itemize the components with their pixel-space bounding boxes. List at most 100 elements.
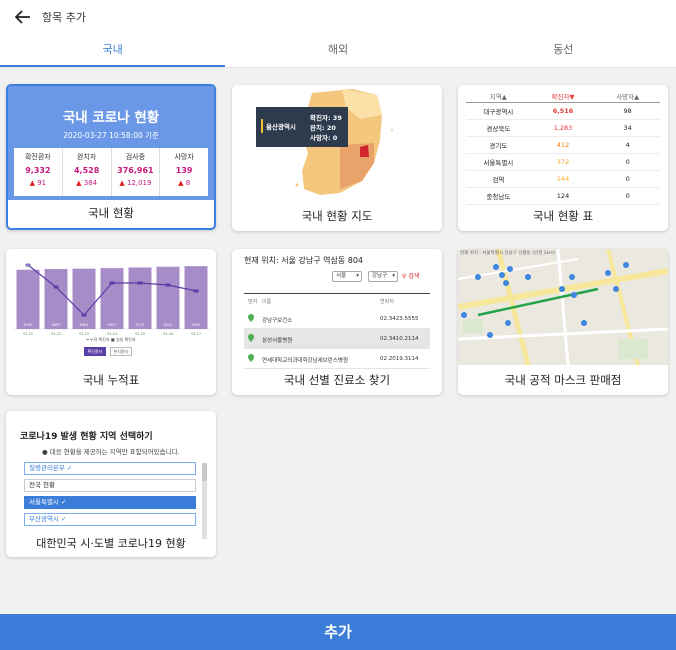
bar [156, 266, 180, 329]
search-button[interactable]: ⚲ 검색 [402, 271, 419, 280]
card-domestic-table[interactable]: 지역▲ 확진자▼ 사망자▲ 대구광역시 6,516 98 경상북도 1,283 … [458, 85, 668, 231]
cell-deaths: 0 [625, 175, 630, 183]
table-row: 경기도 412 4 [466, 137, 660, 154]
region-item-nationwide[interactable]: 전국 현황 [24, 479, 196, 492]
line-point [81, 313, 87, 317]
line-point [165, 283, 171, 287]
bar [16, 269, 40, 329]
region-item-busan[interactable]: 부산광역시 ✓ [24, 513, 196, 526]
map-pin-icon [248, 354, 254, 362]
x-tick-label: 03-26 [163, 332, 173, 336]
district-select[interactable]: 강남구 ▾ [368, 271, 398, 282]
card-label: 국내 현황 표 [532, 209, 594, 223]
scrollbar-thumb[interactable] [202, 463, 207, 481]
status-header: 국내 코로나 현황 2020-03-27 10:58:00 기준 확진환자 9,… [8, 86, 214, 200]
x-tick-label: 03-23 [79, 332, 89, 336]
map-caption: 현재 위치 : 서울특별시 강남구 선릉동 (반경 1km) [460, 251, 556, 256]
tab-route[interactable]: 동선 [451, 34, 676, 67]
up-triangle-icon: ▲ [178, 179, 184, 187]
stat-recovered: 완치자 4,528 ▲ 384 [63, 148, 112, 196]
map-pin-icon [248, 314, 254, 322]
card-domestic-status[interactable]: 국내 코로나 현황 2020-03-27 10:58:00 기준 확진환자 9,… [6, 84, 216, 230]
col-name: 이름 [262, 299, 272, 305]
stat-testing: 검사중 376,961 ▲ 12,019 [112, 148, 161, 196]
tooltip-line: 완치: 20 [310, 124, 336, 132]
clinic-name: 삼성서울병원 [262, 338, 293, 344]
bar [100, 268, 124, 329]
stat-delta: ▲ 91 [29, 179, 47, 187]
col-confirmed: 확진자▼ [551, 92, 575, 101]
stat-value: 376,961 [117, 166, 154, 175]
bar-value-label: 9137 [136, 323, 145, 327]
col-deaths: 사망자▲ [616, 92, 640, 101]
mask-map: 현재 위치 : 서울특별시 강남구 선릉동 (반경 1km) [458, 249, 668, 365]
x-tick-label: 03-21 [23, 332, 33, 336]
region-item-seoul[interactable]: 서울특별시 ✓ [24, 496, 196, 509]
confirmed-toggle-button[interactable]: 확진환자 [84, 347, 106, 356]
card-label: 국내 선별 진료소 찾기 [283, 373, 391, 387]
card-region-status[interactable]: 코로나19 발생 현황 지역 선택하기 ● 대응 현황을 제공하는 지역만 표함… [6, 411, 216, 557]
current-location: 현재 위치: 서울 강남구 역삼동 804 [244, 256, 363, 265]
up-triangle-icon: ▲ [119, 179, 125, 187]
card-domestic-map[interactable]: 울산광역시 확진자: 39 완치: 20 사망자: 0 국내 현황 지도 [232, 85, 442, 231]
chart-legend: ━ 누적 확진자 ■ 일일 확진자 [86, 337, 136, 342]
card-label: 국내 누적표 [82, 373, 140, 387]
bar [184, 266, 208, 329]
clinic-name: 연세대학교의과대학강남세브란스병원 [262, 358, 349, 364]
tab-overseas[interactable]: 해외 [225, 34, 450, 67]
cell-confirmed: 124 [556, 192, 570, 200]
cell-region: 경상북도 [486, 125, 511, 133]
cell-confirmed: 412 [556, 141, 570, 149]
tab-domestic[interactable]: 국내 [0, 34, 226, 67]
cell-region: 검역 [492, 176, 505, 184]
stat-label: 확진환자 [24, 153, 51, 161]
bar-value-label: 8897 [52, 323, 61, 327]
cell-region: 서울특별시 [483, 159, 514, 167]
stat-value: 139 [175, 166, 193, 175]
bar [72, 268, 96, 329]
region-item-kcdc[interactable]: 질병관리본부 ✓ [24, 462, 196, 475]
table-row: 대구광역시 6,516 98 [466, 103, 660, 120]
back-arrow-icon[interactable] [12, 6, 34, 28]
card-clinic-finder[interactable]: 현재 위치: 서울 강남구 역삼동 804 서울 ▾ 강남구 ▾ ⚲ 검색 번지 이… [232, 249, 442, 395]
status-title: 국내 코로나 현황 [62, 110, 160, 126]
bar-value-label: 8799 [24, 323, 33, 327]
scrollbar[interactable] [202, 463, 207, 539]
regions-title: 코로나19 발생 현황 지역 선택하기 [20, 432, 153, 442]
add-button[interactable]: 추가 [0, 614, 676, 650]
card-mask-stores[interactable]: 현재 위치 : 서울특별시 강남구 선릉동 (반경 1km) 국내 공적 마스크… [458, 249, 668, 395]
card-label: 국내 공적 마스크 판매점 [504, 373, 622, 387]
col-region: 지역▲ [489, 92, 507, 101]
line-point [53, 285, 59, 289]
clinic-row[interactable]: 삼성서울병원 02.3410.2114 [244, 329, 430, 349]
clinic-phone: 02.3423.5555 [380, 316, 419, 322]
clinic-phone: 02.3410.2114 [380, 336, 419, 342]
search-icon: ⚲ [402, 273, 407, 280]
street-map [458, 249, 668, 365]
clinic-name: 강남구보건소 [262, 318, 293, 324]
line-point [137, 281, 143, 285]
col-no: 번지 [248, 299, 258, 305]
cell-deaths: 0 [625, 158, 630, 166]
chevron-down-icon: ▾ [356, 273, 359, 279]
stat-value: 9,332 [25, 166, 51, 175]
col-phone: 연락처 [380, 299, 394, 305]
line-value-label: 147 [25, 263, 31, 267]
cell-confirmed: 1,283 [553, 124, 573, 132]
city-select[interactable]: 서울 ▾ [332, 271, 362, 282]
top-bar: 항목 추가 [0, 0, 676, 34]
table-row: 경상북도 1,283 34 [466, 120, 660, 137]
x-tick-label: 03-24 [107, 332, 118, 336]
region-table: 지역▲ 확진자▼ 사망자▲ 대구광역시 6,516 98 경상북도 1,283 … [466, 89, 660, 205]
clinic-row[interactable]: 강남구보건소 02.3423.5555 [244, 309, 430, 329]
card-label: 국내 현황 지도 [301, 209, 373, 223]
tooltip-city: 울산광역시 [266, 123, 296, 131]
up-triangle-icon: ▲ [29, 179, 35, 187]
bar [44, 269, 68, 329]
stat-label: 검사중 [125, 153, 146, 161]
cell-deaths: 4 [625, 141, 630, 149]
bar-value-label: 9241 [164, 323, 173, 327]
regions-desc: ● 대응 현황을 제공하는 지역만 표함되어있습니다. [42, 448, 180, 456]
recovered-toggle-button[interactable]: 완치환자 [110, 347, 132, 356]
card-domestic-cumulative[interactable]: 8799 03-21 8897 03-22 8961 03-23 9037 03-24 9137… [6, 249, 216, 395]
